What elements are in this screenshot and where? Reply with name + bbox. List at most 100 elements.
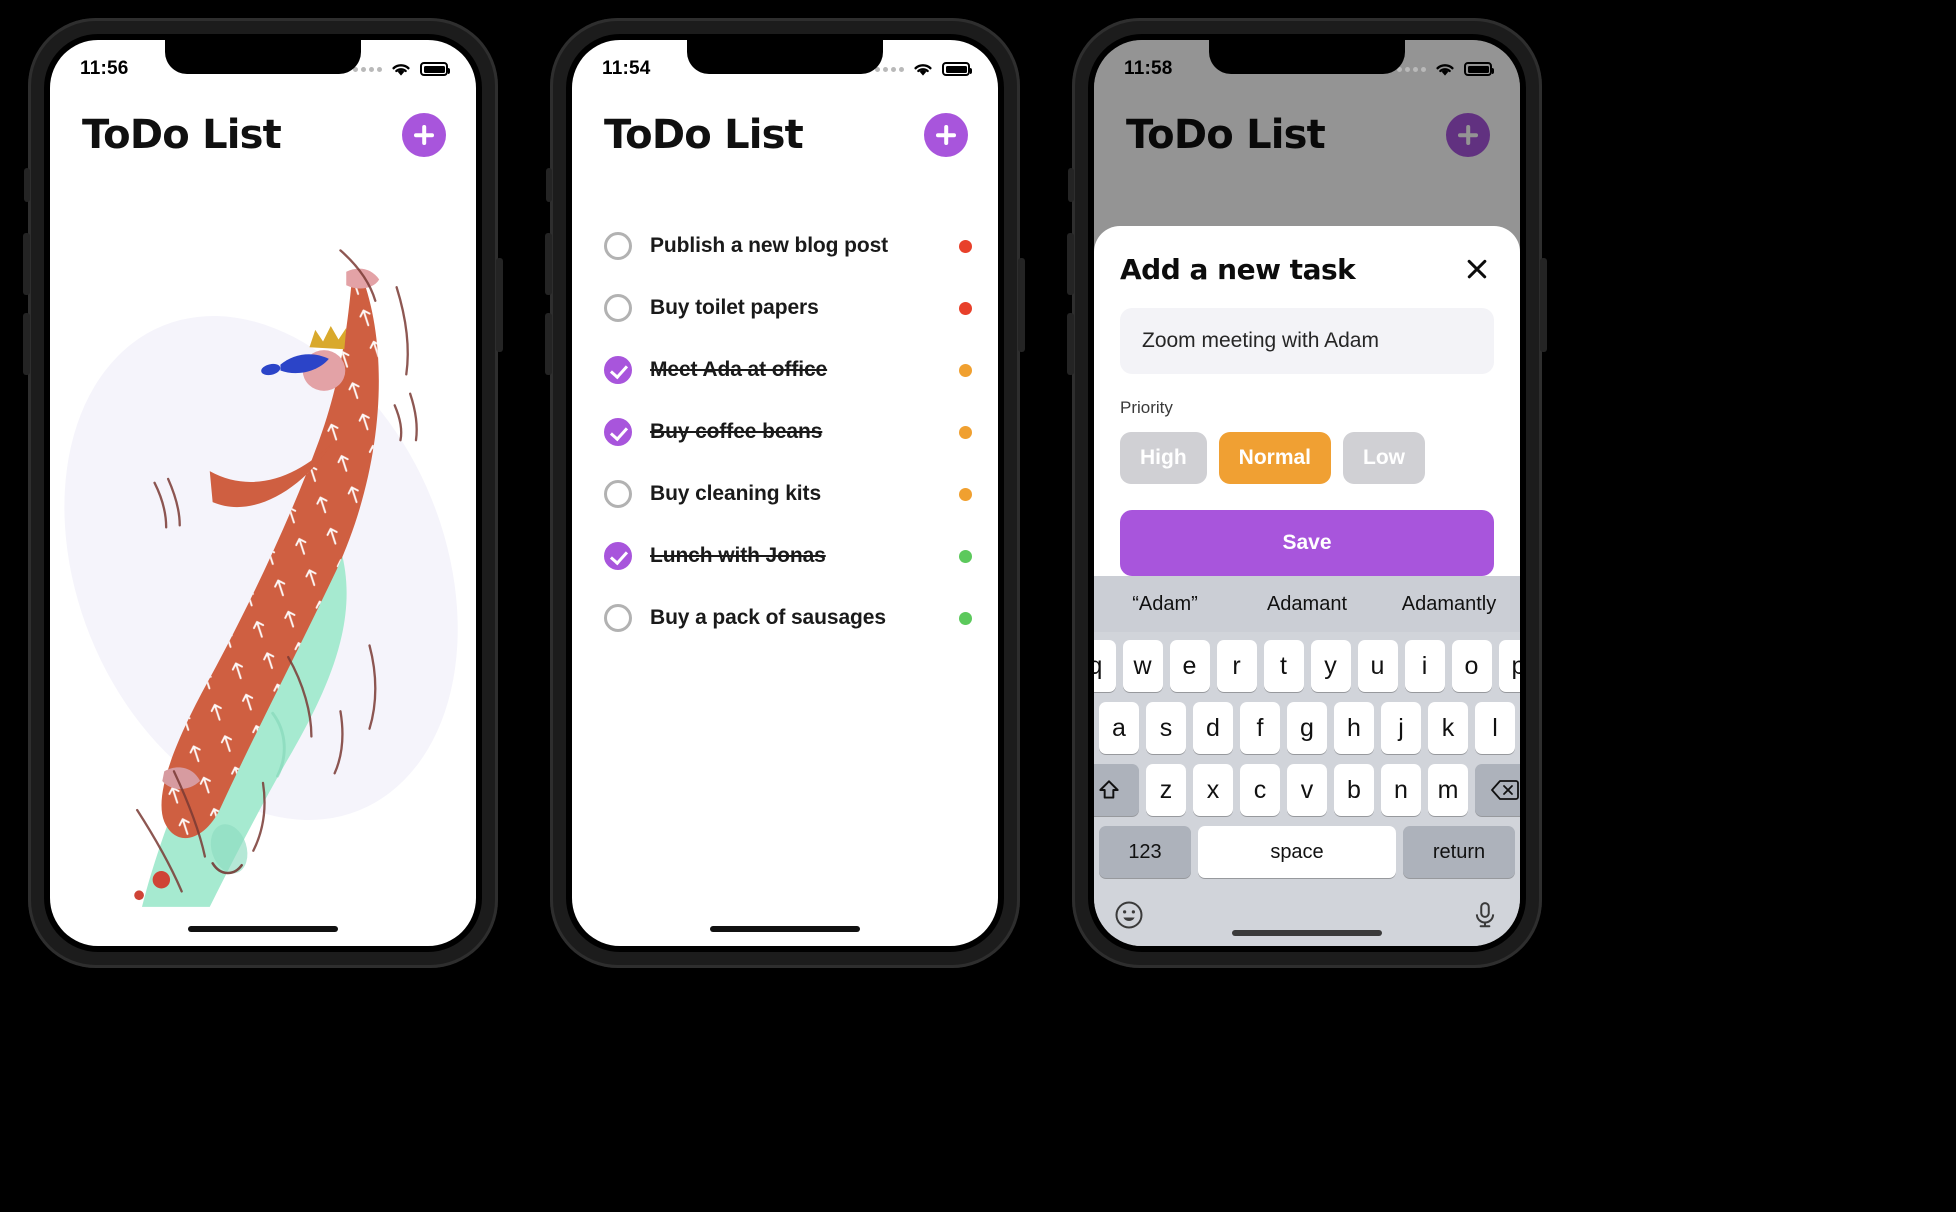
key-h[interactable]: h [1334,702,1374,754]
save-button[interactable]: Save [1120,510,1494,576]
key-k[interactable]: k [1428,702,1468,754]
status-time: 11:54 [602,58,651,79]
task-label: Meet Ada at office [650,358,828,381]
key-v[interactable]: v [1287,764,1327,816]
power-button[interactable] [496,258,503,352]
add-task-modal: Add a new task Priority HighNormalLow Sa… [1094,226,1520,598]
task-row[interactable]: Buy cleaning kits [604,463,972,525]
phone-1-screen: 11:56 ToDo List [50,40,476,946]
keyboard-suggestion[interactable]: Adamant [1236,593,1378,616]
key-q[interactable]: q [1094,640,1116,692]
priority-dot [959,425,972,439]
modal-header: Add a new task [1120,252,1494,286]
task-row[interactable]: Buy toilet papers [604,277,972,339]
add-task-button[interactable] [402,113,446,157]
key-l[interactable]: l [1475,702,1515,754]
keyboard-suggestion-bar: “Adam” Adamant Adamantly [1094,576,1520,632]
home-indicator[interactable] [1232,930,1382,936]
checkbox-empty-icon[interactable] [604,604,632,632]
numbers-key[interactable]: 123 [1099,826,1191,878]
checkbox-checked-icon[interactable] [604,418,632,446]
power-button[interactable] [1018,258,1025,352]
volume-up-button[interactable] [23,233,30,295]
add-task-button[interactable] [924,113,968,157]
task-name-input[interactable] [1120,308,1494,374]
keyboard-rows: qwertyuiop asdfghjkl zxcvbnm 123 space r… [1094,632,1520,878]
task-row[interactable]: Publish a new blog post [604,215,972,277]
phone-2-bezel: 11:54 ToDo List Publish a new blog post … [566,34,1004,952]
key-m[interactable]: m [1428,764,1468,816]
volume-up-button[interactable] [545,233,552,295]
key-o[interactable]: o [1451,640,1492,692]
keyboard-suggestion[interactable]: Adamantly [1378,593,1520,616]
phone-3-screen: 11:58 ToDo List Add a new task Zoom meet… [1094,40,1520,946]
wifi-icon [392,64,410,76]
key-d[interactable]: d [1193,702,1233,754]
space-key[interactable]: space [1198,826,1396,878]
task-row[interactable]: Buy coffee beans [604,401,972,463]
key-z[interactable]: z [1146,764,1186,816]
keyboard-row-3-letters: zxcvbnm [1146,764,1468,816]
home-indicator[interactable] [710,926,860,932]
key-w[interactable]: w [1122,640,1163,692]
phone-2-frame: 11:54 ToDo List Publish a new blog post … [545,18,1025,968]
task-row[interactable]: Buy a pack of sausages [604,587,972,649]
priority-option-normal[interactable]: Normal [1218,432,1332,484]
battery-icon [420,62,450,76]
priority-option-low[interactable]: Low [1343,432,1426,484]
checkbox-empty-icon[interactable] [604,480,632,508]
task-row[interactable]: Lunch with Jonas [604,525,972,587]
mute-switch[interactable] [546,168,552,202]
task-label: Lunch with Jonas [650,544,826,567]
battery-icon [942,62,972,76]
notch [687,40,883,74]
checkbox-checked-icon[interactable] [604,542,632,570]
task-row[interactable]: Meet Ada at office [604,339,972,401]
phone-1-bezel: 11:56 ToDo List [44,34,482,952]
volume-down-button[interactable] [545,313,552,375]
key-n[interactable]: n [1381,764,1421,816]
key-j[interactable]: j [1381,702,1421,754]
volume-up-button[interactable] [1067,233,1074,295]
priority-dot [959,611,972,625]
key-c[interactable]: c [1240,764,1280,816]
key-p[interactable]: p [1498,640,1520,692]
notch [1209,40,1405,74]
close-icon[interactable] [1460,252,1494,286]
key-r[interactable]: r [1216,640,1257,692]
key-b[interactable]: b [1334,764,1374,816]
shift-icon[interactable] [1094,764,1139,816]
key-a[interactable]: a [1099,702,1139,754]
keyboard-suggestion[interactable]: “Adam” [1094,593,1236,616]
backspace-icon[interactable] [1475,764,1520,816]
microphone-icon[interactable] [1470,900,1500,930]
emoji-icon[interactable] [1114,900,1144,930]
keyboard-row-3: zxcvbnm [1094,764,1520,816]
checkbox-empty-icon[interactable] [604,294,632,322]
key-e[interactable]: e [1169,640,1210,692]
key-s[interactable]: s [1146,702,1186,754]
key-g[interactable]: g [1287,702,1327,754]
mute-switch[interactable] [1068,168,1074,202]
phone-2-screen: 11:54 ToDo List Publish a new blog post … [572,40,998,946]
checkbox-checked-icon[interactable] [604,356,632,384]
power-button[interactable] [1540,258,1547,352]
checkbox-empty-icon[interactable] [604,232,632,260]
volume-down-button[interactable] [23,313,30,375]
signal-dots-icon [875,66,904,72]
status-time: 11:56 [80,58,129,79]
task-label: Buy toilet papers [650,296,819,319]
notch [165,40,361,74]
volume-down-button[interactable] [1067,313,1074,375]
key-t[interactable]: t [1263,640,1304,692]
key-i[interactable]: i [1404,640,1445,692]
key-u[interactable]: u [1357,640,1398,692]
return-key[interactable]: return [1403,826,1515,878]
key-x[interactable]: x [1193,764,1233,816]
key-f[interactable]: f [1240,702,1280,754]
priority-option-high[interactable]: High [1120,432,1207,484]
home-indicator[interactable] [188,926,338,932]
key-y[interactable]: y [1310,640,1351,692]
priority-dot [959,239,972,253]
mute-switch[interactable] [24,168,30,202]
